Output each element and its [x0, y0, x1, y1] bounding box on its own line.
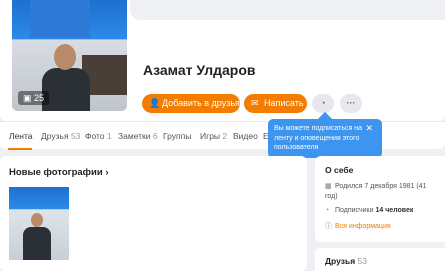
profile-avatar[interactable]: ▣ 25 [12, 0, 127, 111]
profile-name: Азамат Улдаров [143, 62, 256, 78]
friends-card: Друзья 53 [315, 248, 445, 271]
followers-row[interactable]: ◔ Подписчики 14 человек [325, 206, 413, 216]
tab-label: Игры [200, 131, 221, 141]
birth-text: Родился 7 декабря 1981 (41 год) [325, 183, 427, 200]
photo-thumbnail[interactable] [9, 187, 69, 260]
tab-groups[interactable]: Группы [163, 131, 191, 141]
all-info-link[interactable]: ⓘ Вся информация [325, 222, 391, 232]
photo-counter[interactable]: ▣ 25 [18, 91, 50, 105]
thumb-person-body [23, 227, 51, 260]
friends-title[interactable]: Друзья 53 [325, 256, 367, 266]
tab-label: Группы [163, 131, 192, 141]
avatar-bg-screen [30, 0, 90, 38]
subscribe-button[interactable]: ◔ [312, 94, 334, 113]
tab-count: 6 [152, 131, 158, 141]
tab-count: 1 [106, 131, 112, 141]
top-strip [130, 0, 445, 20]
message-icon: ✉ [251, 98, 259, 108]
thumb-person-head [31, 213, 43, 227]
tab-label: Фото [85, 131, 105, 141]
add-friend-button[interactable]: 👤 Добавить в друзья [142, 94, 240, 113]
chevron-right-icon: › [105, 167, 109, 178]
avatar-person-head [54, 44, 76, 70]
write-label: Написать [264, 98, 304, 108]
write-message-button[interactable]: ✉ Написать [244, 94, 307, 113]
friends-label: Друзья [325, 256, 356, 266]
tab-photos[interactable]: Фото 1 [85, 131, 112, 141]
tab-label: Лента [9, 131, 33, 141]
tab-feed[interactable]: Лента [9, 131, 33, 141]
tab-video[interactable]: Видео [233, 131, 258, 141]
friends-count: 53 [357, 256, 368, 266]
tab-label: Друзья [41, 131, 69, 141]
more-button[interactable]: ··· [340, 94, 362, 113]
new-photos-title[interactable]: Новые фотографии › [9, 167, 108, 178]
tab-games[interactable]: Игры 2 [200, 131, 227, 141]
tab-count: 53 [70, 131, 81, 141]
add-friend-label: Добавить в друзья [162, 98, 240, 108]
camera-icon: ▣ [23, 93, 32, 103]
add-user-icon: 👤 [149, 98, 161, 108]
active-tab-underline [8, 148, 32, 150]
tooltip-text: Вы можете подписаться на ленту и оповеще… [274, 125, 362, 151]
photo-count: 25 [34, 93, 45, 103]
subscribe-tooltip: Вы можете подписаться на ленту и оповеще… [268, 111, 382, 158]
birth-row: ▦ Родился 7 декабря 1981 (41 год) [325, 182, 441, 202]
new-photos-label: Новые фотографии [9, 167, 103, 178]
tab-label: Видео [233, 131, 258, 141]
about-title: О себе [325, 165, 354, 175]
tab-count: 2 [222, 131, 228, 141]
about-card: О себе ▦ Родился 7 декабря 1981 (41 год) … [315, 156, 445, 242]
avatar-person-body [42, 68, 90, 111]
all-info-label: Вся информация [335, 223, 391, 230]
rss-icon: ◔ [325, 207, 330, 214]
tab-label: Заметки [118, 131, 151, 141]
followers-label: Подписчики [335, 207, 374, 214]
rss-icon: ◔ [320, 98, 326, 108]
more-icon: ··· [346, 98, 356, 108]
tab-notes[interactable]: Заметки 6 [118, 131, 158, 141]
followers-value: 14 человек [375, 207, 414, 214]
close-icon[interactable]: ✕ [365, 124, 373, 133]
info-icon: ⓘ [325, 223, 332, 230]
calendar-icon: ▦ [325, 183, 332, 190]
tab-friends[interactable]: Друзья 53 [41, 131, 80, 141]
